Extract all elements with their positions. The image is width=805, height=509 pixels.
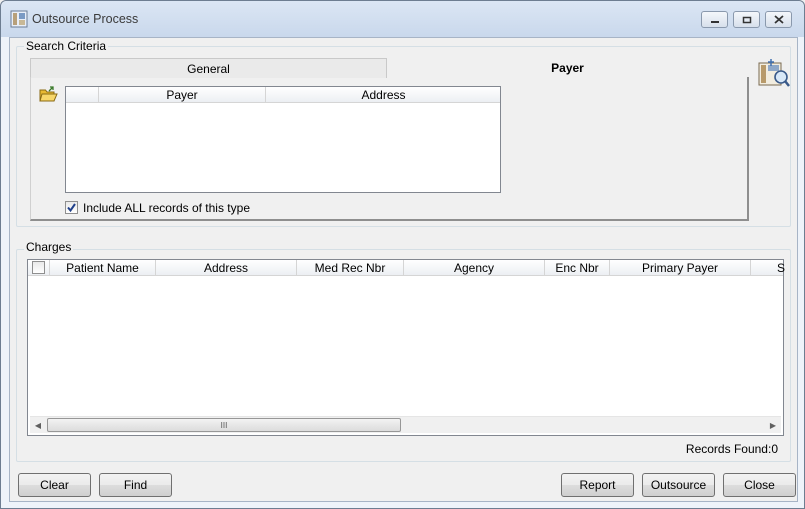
charges-grid-header: Patient Name Address Med Rec Nbr Agency … (28, 260, 785, 276)
include-all-checkbox[interactable] (65, 201, 78, 214)
column-header-address[interactable]: Address (156, 260, 297, 276)
outsource-process-window: Outsource Process Search Criteria Genera… (0, 0, 805, 509)
payer-grid[interactable]: Payer Address (65, 86, 501, 193)
maximize-icon (742, 13, 752, 27)
column-header-enc-nbr[interactable]: Enc Nbr (545, 260, 610, 276)
ts-app-icon (10, 10, 28, 28)
title-bar[interactable]: Outsource Process (1, 1, 804, 37)
records-found-count: 0 (771, 442, 778, 456)
payer-tab-panel: Payer Address Include ALL records of thi… (30, 77, 749, 221)
payer-grid-row-header (66, 87, 99, 103)
scroll-left-icon: ◀ (34, 420, 42, 430)
minimize-icon (710, 13, 720, 27)
window-title: Outsource Process (32, 12, 139, 26)
tab-general[interactable]: General (30, 58, 387, 78)
select-all-cell (28, 260, 50, 276)
charges-grid[interactable]: Patient Name Address Med Rec Nbr Agency … (27, 259, 785, 436)
records-found: Records Found:0 (670, 442, 778, 456)
minimize-button[interactable] (701, 11, 728, 28)
tab-payer-label: Payer (551, 61, 584, 75)
charges-label: Charges (24, 240, 74, 254)
tab-strip: General Payer (30, 58, 748, 78)
scroll-right-icon: ▶ (769, 420, 777, 430)
checkmark-icon (66, 202, 77, 216)
close-icon (773, 13, 784, 27)
payer-grid-header: Payer Address (66, 87, 500, 103)
client-area: Search Criteria General Payer Payer Addr… (9, 37, 798, 502)
open-folder-icon[interactable] (39, 86, 58, 106)
scroll-grip: III (220, 420, 228, 430)
report-button[interactable]: Report (561, 473, 634, 497)
column-header-address[interactable]: Address (266, 87, 501, 103)
outsource-button[interactable]: Outsource (642, 473, 715, 497)
scroll-right-button[interactable]: ▶ (765, 417, 781, 433)
column-header-patient-name[interactable]: Patient Name (50, 260, 156, 276)
select-all-checkbox[interactable] (32, 261, 45, 274)
column-header-truncated[interactable]: S (751, 260, 785, 276)
column-header-agency[interactable]: Agency (404, 260, 545, 276)
scroll-left-button[interactable]: ◀ (30, 417, 46, 433)
records-found-label: Records Found: (685, 442, 772, 456)
horizontal-scrollbar[interactable]: ◀ III ▶ (30, 416, 781, 433)
ts-search-icon[interactable] (758, 58, 791, 91)
column-header-payer[interactable]: Payer (99, 87, 266, 103)
scroll-thumb[interactable]: III (47, 418, 401, 432)
tab-general-label: General (187, 61, 230, 76)
search-criteria-label: Search Criteria (24, 39, 109, 53)
include-all-label[interactable]: Include ALL records of this type (83, 201, 250, 215)
tab-payer[interactable]: Payer (387, 58, 748, 78)
column-header-med-rec-nbr[interactable]: Med Rec Nbr (297, 260, 404, 276)
clear-button[interactable]: Clear (18, 473, 91, 497)
maximize-button[interactable] (733, 11, 760, 28)
find-button[interactable]: Find (99, 473, 172, 497)
close-button[interactable]: Close (723, 473, 796, 497)
close-window-button[interactable] (765, 11, 792, 28)
column-header-primary-payer[interactable]: Primary Payer (610, 260, 751, 276)
